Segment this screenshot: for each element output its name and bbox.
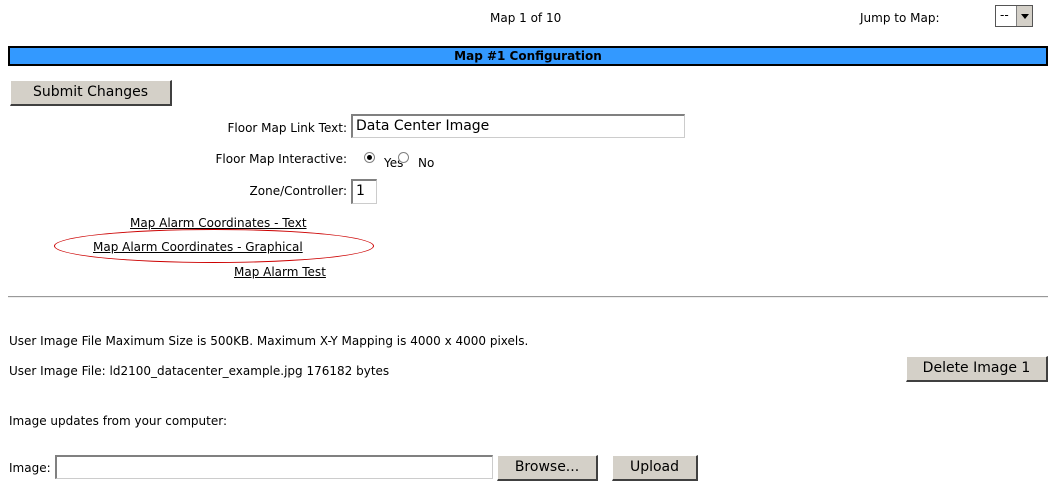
jump-to-map-label: Jump to Map: [860,11,940,25]
map-counter: Map 1 of 10 [490,11,562,25]
upload-button[interactable]: Upload [612,455,698,481]
link-text-input[interactable]: Data Center Image [351,114,685,138]
divider [8,296,1048,298]
zone-label: Zone/Controller: [249,184,347,198]
map-alarm-test-link[interactable]: Map Alarm Test [234,265,326,279]
user-image-file-info: User Image File: ld2100_datacenter_examp… [9,364,390,378]
zone-input[interactable]: 1 [351,179,377,204]
interactive-no-label: No [418,156,435,170]
map-alarm-coordinates-text-link[interactable]: Map Alarm Coordinates - Text [130,216,307,230]
image-file-input[interactable] [55,455,493,479]
map-alarm-coordinates-graphical-link[interactable]: Map Alarm Coordinates - Graphical [93,240,303,254]
interactive-yes-radio[interactable] [364,152,375,163]
link-text-label: Floor Map Link Text: [227,121,347,135]
browse-button[interactable]: Browse... [497,455,598,481]
section-title-bar: Map #1 Configuration [8,46,1048,66]
jump-to-map-value: -- [1000,8,1009,22]
interactive-label: Floor Map Interactive: [215,152,348,166]
delete-image-button[interactable]: Delete Image 1 [906,356,1048,382]
chevron-down-icon[interactable] [1016,6,1032,26]
image-label: Image: [9,461,51,475]
interactive-no-radio[interactable] [398,152,409,163]
max-size-info: User Image File Maximum Size is 500KB. M… [9,334,529,348]
jump-to-map-select[interactable]: -- [995,5,1033,27]
submit-changes-button[interactable]: Submit Changes [10,80,172,106]
image-updates-info: Image updates from your computer: [9,414,227,428]
